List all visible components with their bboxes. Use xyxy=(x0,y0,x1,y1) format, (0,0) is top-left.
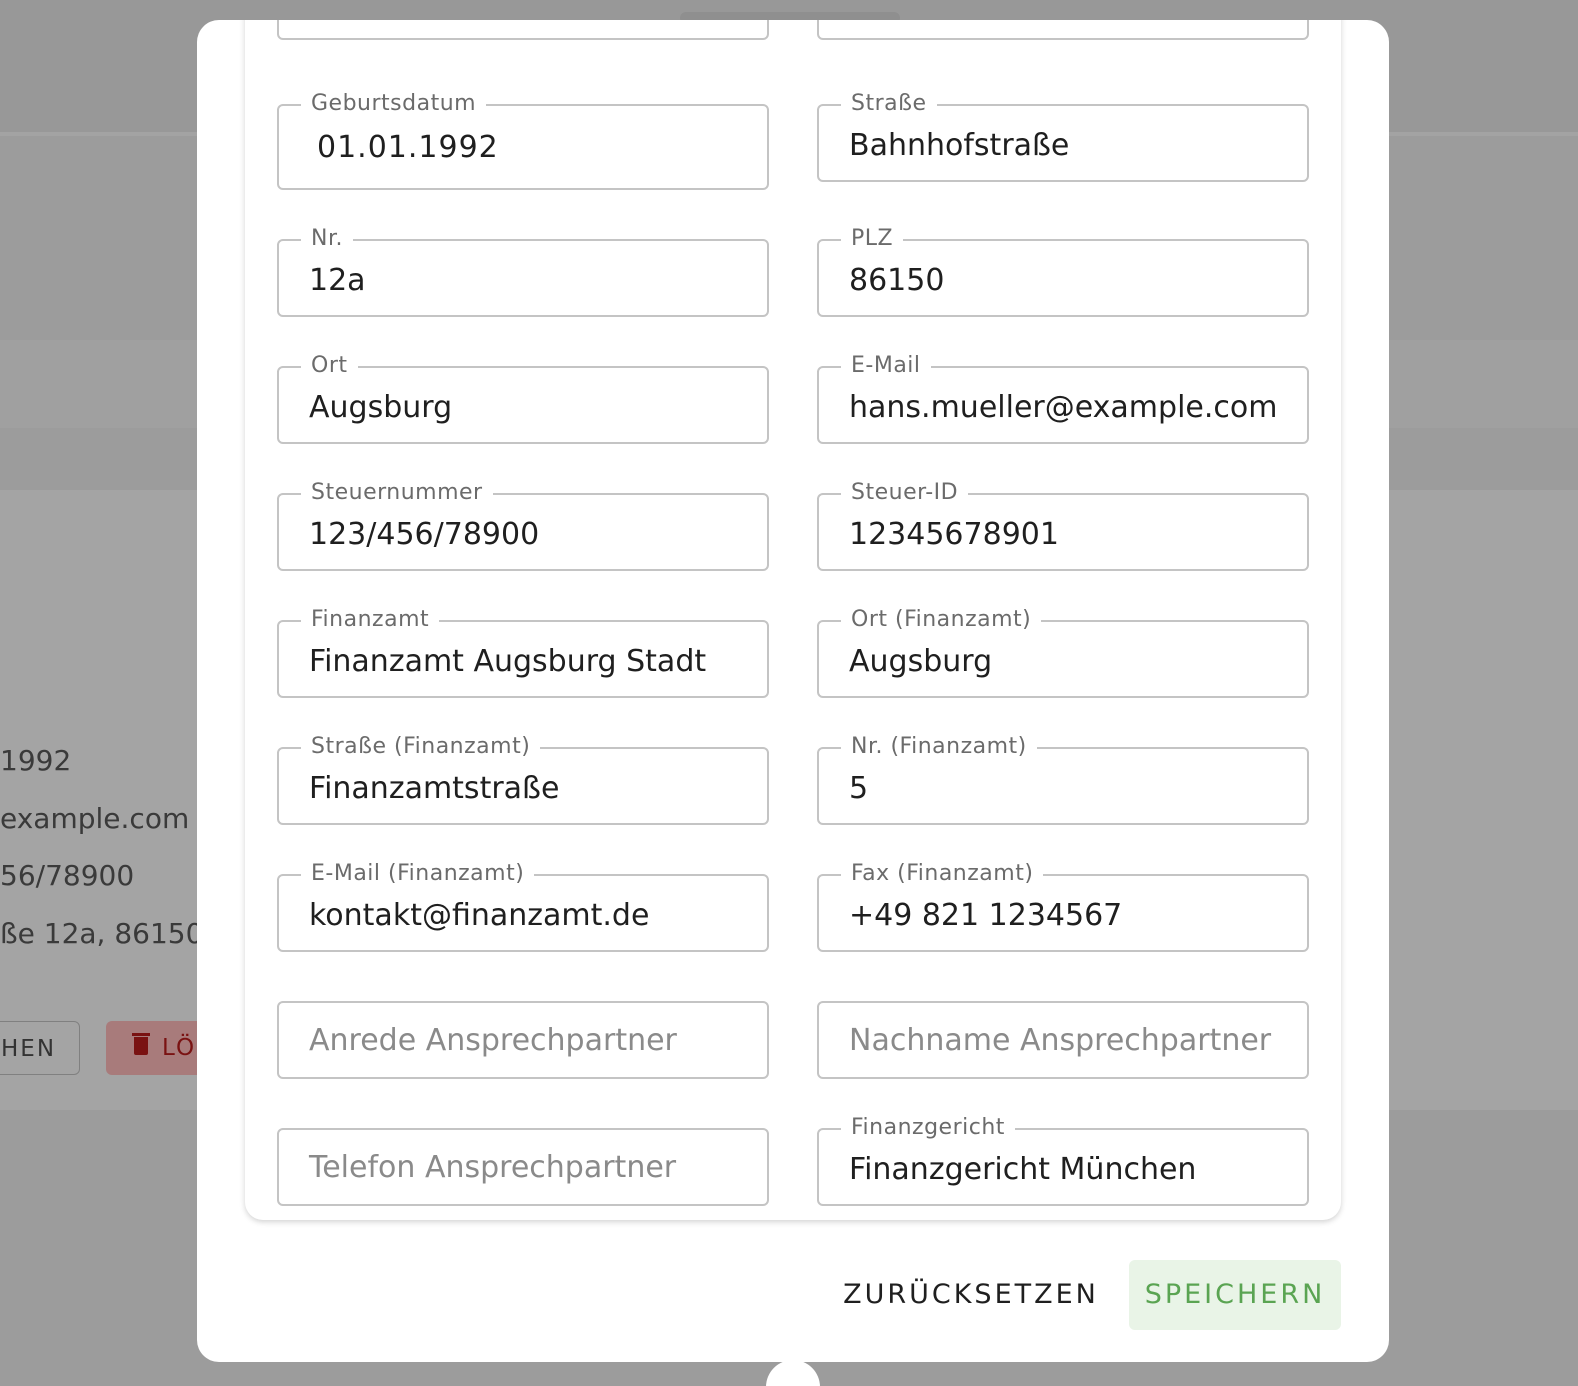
tax-office-email-value: kontakt@finanzamt.de xyxy=(309,898,650,933)
tax-office-city-field[interactable]: Ort (Finanzamt) Augsburg xyxy=(817,607,1309,698)
tax-id-field[interactable]: Steuer-ID 12345678901 xyxy=(817,480,1309,571)
birthdate-field[interactable]: Geburtsdatum 01.01.1992 xyxy=(277,91,769,190)
tax-office-number-label: Nr. (Finanzamt) xyxy=(841,734,1037,760)
tax-office-fax-value: +49 821 1234567 xyxy=(849,898,1123,933)
contact-phone-field[interactable]: Telefon Ansprechpartner xyxy=(277,1128,769,1206)
background-email-text: example.com xyxy=(0,802,190,835)
tax-office-city-value: Augsburg xyxy=(849,644,993,679)
tax-office-street-label: Straße (Finanzamt) xyxy=(301,734,541,760)
tax-office-email-label: E-Mail (Finanzamt) xyxy=(301,861,535,887)
house-number-label: Nr. xyxy=(301,226,353,252)
background-delete-label: LÖ xyxy=(162,1035,197,1061)
city-field[interactable]: Ort Augsburg xyxy=(277,353,769,444)
tax-id-value: 12345678901 xyxy=(849,517,1059,552)
tax-office-number-field[interactable]: Nr. (Finanzamt) 5 xyxy=(817,734,1309,825)
hidden-field-left[interactable] xyxy=(277,20,769,40)
tax-number-label: Steuernummer xyxy=(301,480,493,506)
tax-office-number-value: 5 xyxy=(849,771,869,806)
background-handle-bottom xyxy=(766,1360,820,1386)
email-label: E-Mail xyxy=(841,353,931,379)
street-value: Bahnhofstraße xyxy=(849,128,1070,163)
contact-phone-placeholder: Telefon Ansprechpartner xyxy=(309,1150,677,1185)
reset-button[interactable]: ZURÜCKSETZEN xyxy=(833,1260,1109,1330)
tax-number-value: 123/456/78900 xyxy=(309,517,540,552)
email-value: hans.mueller@example.com xyxy=(849,390,1278,425)
tax-office-street-field[interactable]: Straße (Finanzamt) Finanzamtstraße xyxy=(277,734,769,825)
contact-lastname-field[interactable]: Nachname Ansprechpartner xyxy=(817,1001,1309,1079)
birthdate-label: Geburtsdatum xyxy=(301,91,487,117)
tax-office-value: Finanzamt Augsburg Stadt xyxy=(309,644,707,679)
background-birthdate-text: 1992 xyxy=(0,744,72,777)
save-button[interactable]: SPEICHERN xyxy=(1129,1260,1341,1330)
postal-code-value: 86150 xyxy=(849,263,945,298)
email-field[interactable]: E-Mail hans.mueller@example.com xyxy=(817,353,1309,444)
city-label: Ort xyxy=(301,353,358,379)
contact-salutation-field[interactable]: Anrede Ansprechpartner xyxy=(277,1001,769,1079)
street-label: Straße xyxy=(841,91,937,117)
background-edit-button[interactable]: HEN xyxy=(0,1021,80,1075)
tax-office-label: Finanzamt xyxy=(301,607,440,633)
edit-client-dialog: Geburtsdatum 01.01.1992 Straße Bahnhofst… xyxy=(197,20,1389,1362)
tax-id-label: Steuer-ID xyxy=(841,480,969,506)
city-value: Augsburg xyxy=(309,390,453,425)
tax-office-email-field[interactable]: E-Mail (Finanzamt) kontakt@finanzamt.de xyxy=(277,861,769,952)
tax-office-city-label: Ort (Finanzamt) xyxy=(841,607,1042,633)
form-card: Geburtsdatum 01.01.1992 Straße Bahnhofst… xyxy=(245,20,1341,1220)
background-edit-label: HEN xyxy=(1,1036,57,1062)
house-number-field[interactable]: Nr. 12a xyxy=(277,226,769,317)
tax-office-street-value: Finanzamtstraße xyxy=(309,771,560,806)
tax-number-field[interactable]: Steuernummer 123/456/78900 xyxy=(277,480,769,571)
house-number-value: 12a xyxy=(309,263,366,298)
finance-court-label: Finanzgericht xyxy=(841,1115,1015,1141)
background-taxnumber-text: 56/78900 xyxy=(0,859,135,892)
finance-court-field[interactable]: Finanzgericht Finanzgericht München xyxy=(817,1115,1309,1206)
postal-code-label: PLZ xyxy=(841,226,904,252)
hidden-field-right[interactable] xyxy=(817,20,1309,40)
tax-office-fax-field[interactable]: Fax (Finanzamt) +49 821 1234567 xyxy=(817,861,1309,952)
trash-icon xyxy=(132,1033,150,1055)
birthdate-value: 01.01.1992 xyxy=(317,130,499,165)
tax-office-field[interactable]: Finanzamt Finanzamt Augsburg Stadt xyxy=(277,607,769,698)
background-delete-button[interactable]: LÖ xyxy=(106,1021,206,1075)
contact-salutation-placeholder: Anrede Ansprechpartner xyxy=(309,1023,677,1058)
tax-office-fax-label: Fax (Finanzamt) xyxy=(841,861,1044,887)
street-field[interactable]: Straße Bahnhofstraße xyxy=(817,91,1309,182)
postal-code-field[interactable]: PLZ 86150 xyxy=(817,226,1309,317)
contact-lastname-placeholder: Nachname Ansprechpartner xyxy=(849,1023,1272,1058)
finance-court-value: Finanzgericht München xyxy=(849,1152,1197,1187)
